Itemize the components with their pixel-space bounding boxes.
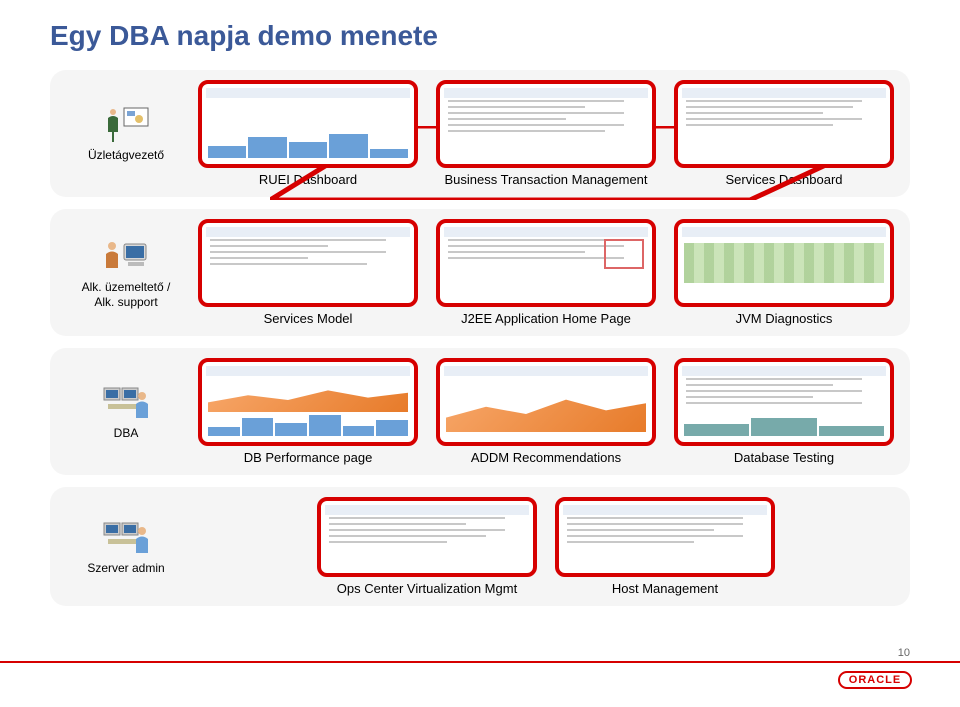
panel-label: Database Testing [734, 450, 834, 465]
slide: Egy DBA napja demo menete Üzletágvezető [0, 0, 960, 707]
panel-btm: Business Transaction Management [436, 80, 656, 187]
panels-row4: Ops Center Virtualization Mgmt Host Mana… [198, 497, 894, 596]
oracle-logo: ORACLE [838, 671, 912, 689]
screenshot-thumb [436, 80, 656, 168]
footer-divider [0, 661, 960, 663]
role-label: Üzletágvezető [88, 148, 164, 163]
panel-label: Services Model [264, 311, 353, 326]
panels-row1: RUEI Dashboard Business Transaction Mana… [198, 80, 894, 187]
oracle-logo-text: ORACLE [849, 674, 901, 686]
panel-ruei-dashboard: RUEI Dashboard [198, 80, 418, 187]
panel-jvm-diagnostics: JVM Diagnostics [674, 219, 894, 326]
row-business-leader: Üzletágvezető RUEI Dashboard Business Tr… [50, 70, 910, 197]
panel-services-model: Services Model [198, 219, 418, 326]
screenshot-thumb [436, 219, 656, 307]
role-app-operator: Alk. üzemeltető / Alk. support [66, 236, 186, 310]
panel-label: JVM Diagnostics [736, 311, 833, 326]
panels-row2: Services Model J2EE Application Home Pag… [198, 219, 894, 326]
role-business-leader: Üzletágvezető [66, 104, 186, 163]
screenshot-thumb [436, 358, 656, 446]
screenshot-thumb [674, 219, 894, 307]
row-app-operator: Alk. üzemeltető / Alk. support Services … [50, 209, 910, 336]
slide-title: Egy DBA napja demo menete [50, 20, 910, 52]
panel-label: Ops Center Virtualization Mgmt [337, 581, 517, 596]
page-number: 10 [898, 647, 910, 659]
person-monitors-icon [102, 517, 150, 557]
person-monitors-icon [102, 382, 150, 422]
role-server-admin: Szerver admin [66, 517, 186, 576]
row-server-admin: Szerver admin Ops Center Virtualization … [50, 487, 910, 606]
screenshot-thumb [674, 358, 894, 446]
screenshot-thumb [555, 497, 775, 577]
panel-label: Business Transaction Management [444, 172, 647, 187]
row-dba: DBA DB Performance page ADDM R [50, 348, 910, 475]
role-label: DBA [114, 426, 139, 441]
panel-db-testing: Database Testing [674, 358, 894, 465]
presenter-icon [102, 104, 150, 144]
screenshot-thumb [198, 219, 418, 307]
panel-db-performance: DB Performance page [198, 358, 418, 465]
panel-ops-center: Ops Center Virtualization Mgmt [317, 497, 537, 596]
person-pc-icon [102, 236, 150, 276]
panel-host-mgmt: Host Management [555, 497, 775, 596]
screenshot-thumb [198, 80, 418, 168]
screenshot-thumb [317, 497, 537, 577]
screenshot-thumb [674, 80, 894, 168]
panel-label: DB Performance page [244, 450, 373, 465]
panels-row3: DB Performance page ADDM Recommendations [198, 358, 894, 465]
panel-label: ADDM Recommendations [471, 450, 621, 465]
screenshot-thumb [198, 358, 418, 446]
panel-services-dashboard: Services Dashboard [674, 80, 894, 187]
panel-label: RUEI Dashboard [259, 172, 357, 187]
panel-label: J2EE Application Home Page [461, 311, 631, 326]
role-dba: DBA [66, 382, 186, 441]
panel-label: Services Dashboard [725, 172, 842, 187]
panel-j2ee-home: J2EE Application Home Page [436, 219, 656, 326]
panel-label: Host Management [612, 581, 718, 596]
role-label: Alk. üzemeltető / Alk. support [82, 280, 171, 310]
oracle-logo-icon: ORACLE [838, 671, 912, 689]
panel-addm-rec: ADDM Recommendations [436, 358, 656, 465]
role-label: Szerver admin [87, 561, 164, 576]
